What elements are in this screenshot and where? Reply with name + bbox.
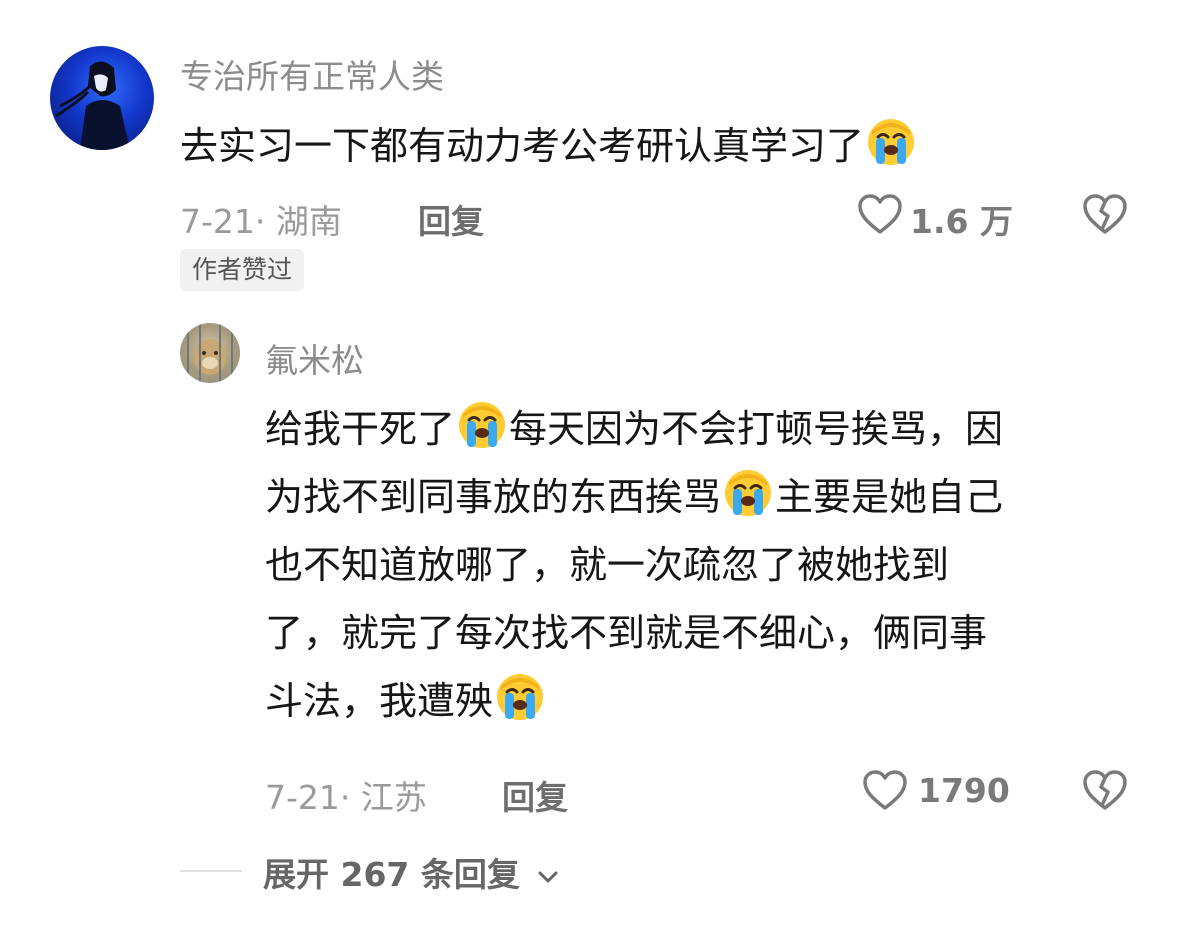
avatar-dog-icon [187,323,233,383]
user-avatar[interactable] [180,323,240,383]
comment-text-part: 为找不到同事放的东西挨骂 [265,475,722,519]
expand-divider [180,870,242,872]
broken-heart-icon [1083,194,1127,234]
reply-button[interactable]: 回复 [418,195,484,243]
like-count: 1.6 万 [910,202,1013,241]
chevron-down-icon [538,871,558,882]
comment-text: 给我干死了 每天因为不会打顿号挨骂，因 为找不到同事放的东西挨骂 主要是她自己 也不… [265,395,1003,735]
expand-replies-label: 展开 267 条回复 [263,855,520,894]
comment-text-part: 也不知道放哪了，就一次疏忽了被她找到 [265,543,950,587]
comment-text-part: 斗法，我遭殃 [265,679,494,723]
like-button[interactable] [862,769,908,815]
comment-text-part: 了，就完了每次找不到就是不细心，俩同事 [265,611,988,655]
expand-replies-button[interactable]: 展开 267 条回复 [263,848,559,896]
like-button[interactable] [857,193,903,235]
crying-face-emoji [866,117,916,167]
comment-line: 斗法，我遭殃 [265,667,1003,735]
crying-face-emoji [723,468,773,518]
comment-line: 了，就完了每次找不到就是不细心，俩同事 [265,599,1003,667]
comment-line: 为找不到同事放的东西挨骂 主要是她自己 [265,463,1003,531]
comment-text-part: 去实习一下都有动力考公考研认真学习了 [180,124,865,168]
reply-button[interactable]: 回复 [502,771,568,819]
comment-username[interactable]: 专治所有正常人类 [180,50,444,98]
user-avatar[interactable] [50,46,154,150]
crying-face-emoji [495,672,545,722]
comment-text: 去实习一下都有动力考公考研认真学习了 [180,112,918,180]
comment-line: 给我干死了 每天因为不会打顿号挨骂，因 [265,395,1003,463]
heart-outline-icon [858,194,902,234]
comment-line: 也不知道放哪了，就一次疏忽了被她找到 [265,531,1003,599]
like-count: 1790 [918,771,1010,810]
comment-text-part: 主要是她自己 [775,475,1004,519]
comment-text-part: 给我干死了 [265,407,456,451]
dislike-button[interactable] [1082,769,1128,815]
author-liked-badge: 作者赞过 [180,249,305,291]
broken-heart-icon [1083,770,1127,810]
comment-date-location: 7-21· 湖南 [180,202,342,241]
crying-face-emoji [457,400,507,450]
heart-outline-icon [863,770,907,810]
dislike-button[interactable] [1082,193,1128,239]
comment-username[interactable]: 氟米松 [265,334,364,382]
avatar-figure-icon [55,61,130,150]
comment-date-location: 7-21· 江苏 [265,778,427,817]
comment-text-part: 每天因为不会打顿号挨骂，因 [509,407,1004,451]
